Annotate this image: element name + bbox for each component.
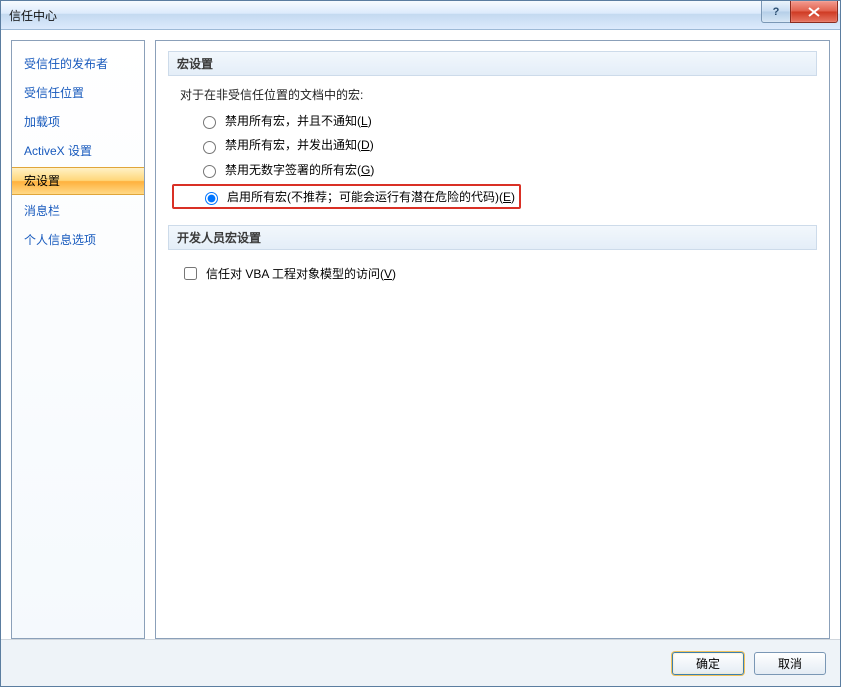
radio-disable-notify[interactable]: 禁用所有宏，并发出通知(D) — [168, 133, 817, 157]
sidebar-item-message-bar[interactable]: 消息栏 — [12, 198, 144, 224]
checkbox-trust-vba[interactable]: 信任对 VBA 工程对象模型的访问(V) — [168, 260, 817, 287]
sidebar-item-activex[interactable]: ActiveX 设置 — [12, 138, 144, 164]
main-panel: 宏设置 对于在非受信任位置的文档中的宏: 禁用所有宏，并且不通知(L) 禁用所有… — [155, 40, 830, 639]
highlighted-option: 启用所有宏(不推荐；可能会运行有潜在危险的代码)(E) — [172, 184, 521, 209]
section-header-developer: 开发人员宏设置 — [168, 225, 817, 250]
radio-label: 启用所有宏(不推荐；可能会运行有潜在危险的代码)(E) — [227, 188, 515, 205]
sidebar-item-macro-settings[interactable]: 宏设置 — [12, 167, 144, 195]
radio-input-enable-all[interactable] — [205, 192, 218, 205]
dialog-body: 受信任的发布者 受信任位置 加载项 ActiveX 设置 宏设置 消息栏 个人信… — [1, 30, 840, 639]
window-title: 信任中心 — [9, 7, 57, 24]
trust-center-dialog: 信任中心 ? 受信任的发布者 受信任位置 加载项 ActiveX 设置 宏设置 … — [0, 0, 841, 687]
cancel-button[interactable]: 取消 — [754, 652, 826, 675]
section-header-macro: 宏设置 — [168, 51, 817, 76]
radio-label: 禁用所有宏，并且不通知(L) — [225, 111, 372, 131]
checkbox-input-trust-vba[interactable] — [184, 267, 197, 280]
close-icon — [808, 7, 820, 17]
sidebar: 受信任的发布者 受信任位置 加载项 ActiveX 设置 宏设置 消息栏 个人信… — [11, 40, 145, 639]
sidebar-item-trusted-locations[interactable]: 受信任位置 — [12, 80, 144, 106]
help-button[interactable]: ? — [761, 1, 791, 23]
window-controls: ? — [761, 1, 840, 23]
checkbox-label: 信任对 VBA 工程对象模型的访问(V) — [206, 265, 396, 282]
dialog-footer: 确定 取消 — [1, 639, 840, 686]
radio-label: 禁用无数字签署的所有宏(G) — [225, 160, 374, 180]
radio-disable-no-notify[interactable]: 禁用所有宏，并且不通知(L) — [168, 109, 817, 133]
sidebar-item-addins[interactable]: 加载项 — [12, 109, 144, 135]
ok-button[interactable]: 确定 — [672, 652, 744, 675]
radio-input-disable-unsigned[interactable] — [203, 165, 216, 178]
titlebar: 信任中心 ? — [1, 1, 840, 30]
sidebar-item-privacy[interactable]: 个人信息选项 — [12, 227, 144, 253]
radio-input-disable-no-notify[interactable] — [203, 116, 216, 129]
sidebar-item-trusted-publishers[interactable]: 受信任的发布者 — [12, 51, 144, 77]
radio-label: 禁用所有宏，并发出通知(D) — [225, 135, 374, 155]
radio-input-disable-notify[interactable] — [203, 141, 216, 154]
radio-disable-unsigned[interactable]: 禁用无数字签署的所有宏(G) — [168, 158, 817, 182]
close-button[interactable] — [790, 1, 838, 23]
intro-text: 对于在非受信任位置的文档中的宏: — [168, 86, 817, 109]
